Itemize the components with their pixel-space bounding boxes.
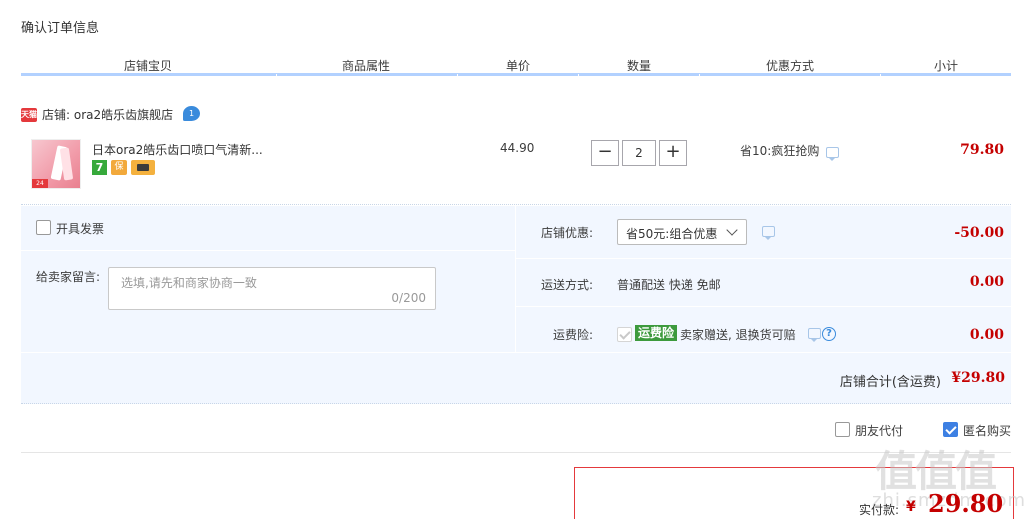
section-divider — [21, 452, 1011, 453]
item-subtotal: 79.80 — [960, 142, 1004, 158]
column-header-underline — [21, 73, 1011, 76]
options-divider — [516, 258, 1011, 259]
unit-price: 44.90 — [500, 141, 535, 155]
discount-message-icon[interactable] — [762, 226, 775, 240]
seller-message-count: 0/200 — [391, 291, 426, 305]
options-divider — [516, 306, 1011, 307]
friend-pay-checkbox[interactable] — [835, 422, 850, 437]
shop-discount-label: 店铺优惠: — [541, 226, 594, 240]
column-header-quantity: 数量 — [626, 59, 651, 73]
column-divider — [578, 74, 579, 76]
help-icon[interactable]: ? — [822, 327, 836, 341]
actual-payment-value: 29.80 — [928, 489, 1004, 518]
insurance-text: 卖家赠送, 退换货可赔 — [680, 328, 796, 342]
column-header-subtotal: 小计 — [933, 59, 958, 73]
chevron-down-icon — [726, 224, 738, 236]
friend-pay-label: 朋友代付 — [855, 424, 904, 438]
quantity-input[interactable] — [622, 140, 656, 166]
shop-name-link[interactable]: 店铺: ora2皓乐齿旗舰店 — [42, 106, 173, 123]
shipping-label: 运送方式: — [541, 278, 594, 292]
shop-total-label: 店铺合计(含运费) — [839, 375, 941, 390]
column-divider — [699, 74, 700, 76]
tmall-icon: 天猫 — [21, 108, 37, 122]
insurance-checkbox — [617, 327, 632, 342]
seller-message-label: 给卖家留言: — [36, 270, 101, 284]
anonymous-purchase-label: 匿名购买 — [963, 424, 1012, 438]
options-divider — [21, 250, 515, 251]
product-thumbnail[interactable]: 24 — [31, 139, 81, 189]
promo-method: 省10:疯狂抢购 — [740, 144, 820, 158]
options-divider — [515, 206, 516, 352]
column-header-discount: 优惠方式 — [765, 59, 814, 73]
column-header-shop-item: 店铺宝贝 — [123, 59, 172, 73]
insurance-badge: 运费险 — [635, 325, 678, 341]
column-header-unit-price: 单价 — [505, 59, 530, 73]
insurance-message-icon[interactable] — [808, 328, 821, 342]
column-divider — [457, 74, 458, 76]
options-divider — [21, 352, 1011, 353]
shop-total-value: ¥29.80 — [951, 370, 1005, 386]
seller-message-input[interactable]: 选填,请先和商家协商一致 0/200 — [108, 267, 436, 310]
shop-discount-selected: 省50元:组合优惠 — [626, 227, 718, 241]
credit-card-icon[interactable] — [131, 160, 155, 175]
anonymous-purchase-checkbox[interactable] — [943, 422, 958, 437]
shipping-amount: 0.00 — [969, 274, 1004, 290]
invoice-checkbox[interactable] — [36, 220, 51, 235]
actual-payment-label: 实付款: — [859, 503, 900, 517]
invoice-label: 开具发票 — [56, 222, 105, 236]
shipping-value: 普通配送 快递 免邮 — [617, 278, 721, 292]
column-header-attributes: 商品属性 — [341, 59, 390, 73]
page-title: 确认订单信息 — [21, 21, 100, 36]
seller-message-placeholder: 选填,请先和商家协商一致 — [121, 276, 257, 290]
promo-message-icon[interactable] — [826, 147, 839, 161]
column-divider — [276, 74, 277, 76]
shop-discount-select[interactable]: 省50元:组合优惠 — [617, 219, 747, 245]
product-name-link[interactable]: 日本ora2皓乐齿口喷口气清新... — [92, 141, 263, 158]
actual-payment-currency: ¥ — [906, 499, 916, 515]
seven-day-return-icon[interactable]: 7 — [92, 160, 107, 175]
shop-discount-amount: -50.00 — [954, 225, 1004, 241]
quantity-decrease-button[interactable]: − — [591, 140, 619, 166]
insurance-amount: 0.00 — [969, 327, 1004, 343]
insurance-label: 运费险: — [553, 328, 594, 342]
column-divider — [880, 74, 881, 76]
guarantee-shield-icon[interactable]: 保 — [111, 160, 127, 175]
chat-icon[interactable]: 1 — [183, 106, 200, 121]
quantity-increase-button[interactable]: + — [659, 140, 687, 166]
